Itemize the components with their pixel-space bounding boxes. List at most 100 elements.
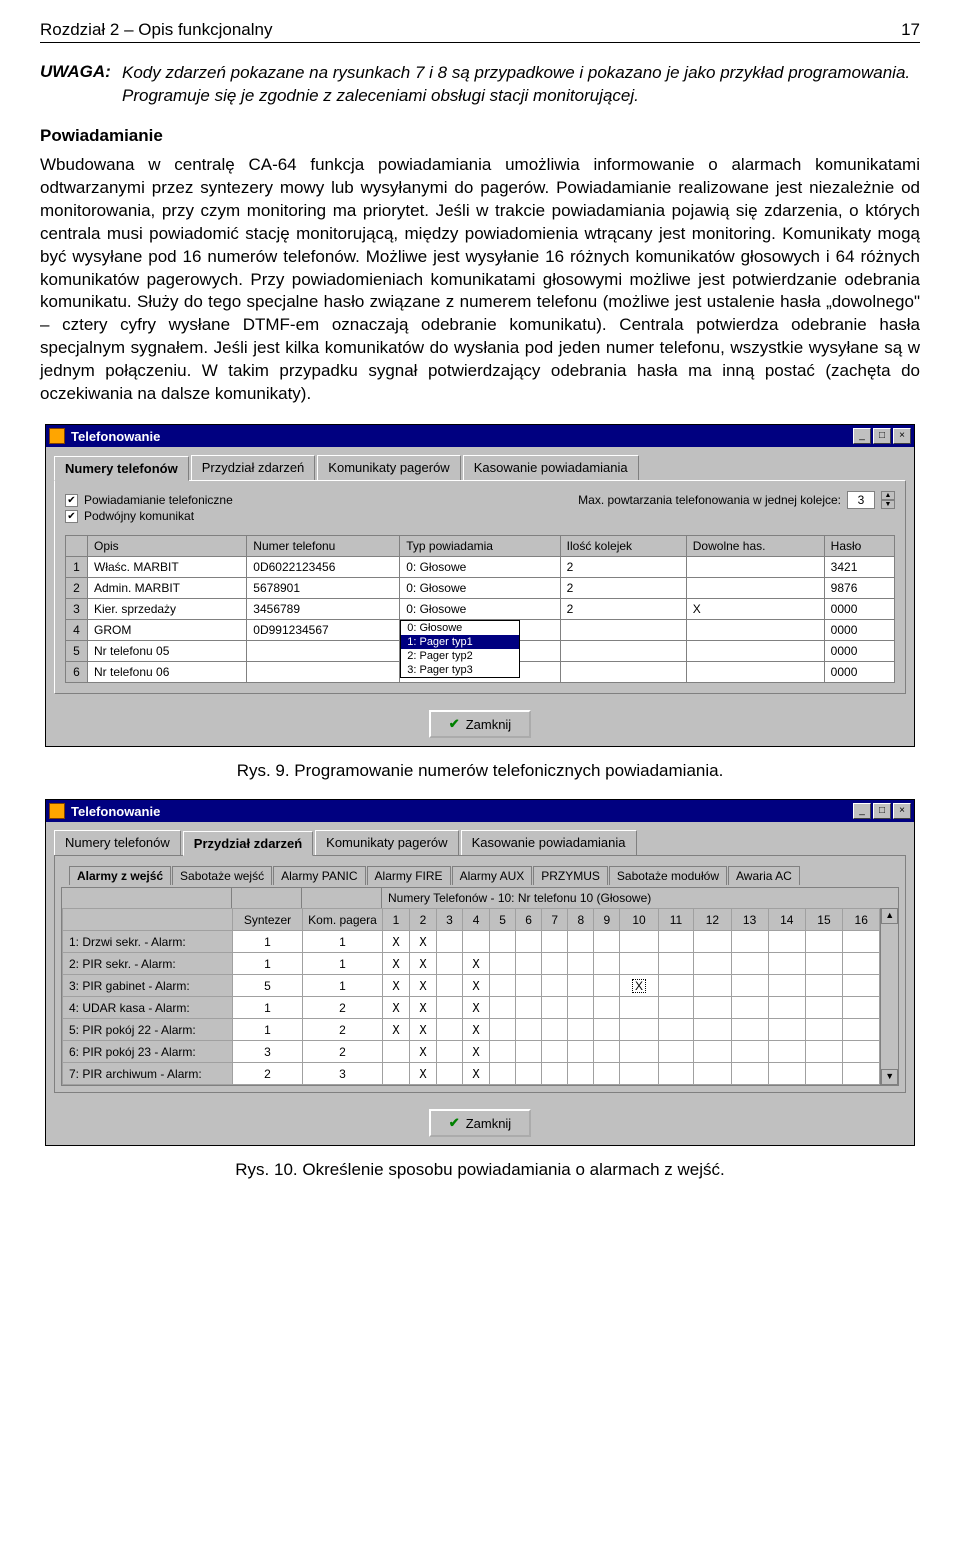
subtab[interactable]: Alarmy z wejść [69, 866, 171, 885]
cell-mark[interactable] [805, 975, 842, 997]
cell-mark[interactable] [490, 1041, 516, 1063]
cell-pager[interactable]: 2 [303, 1019, 383, 1041]
cell-kolejek[interactable]: 2 [560, 599, 686, 620]
table-row[interactable]: 3Kier. sprzedaży34567890: Głosowe2X0000 [66, 599, 895, 620]
cell-mark[interactable] [542, 997, 568, 1019]
cell-mark[interactable] [731, 997, 768, 1019]
cell-mark[interactable] [516, 975, 542, 997]
dropdown-option[interactable]: 3: Pager typ3 [401, 663, 519, 677]
cell-mark[interactable]: X [463, 997, 490, 1019]
cell-kolejek[interactable]: 2 [560, 578, 686, 599]
cell-mark[interactable] [594, 975, 620, 997]
table-row[interactable]: 4GROM0D9912345670: Głosowe1: Pager typ12… [66, 620, 895, 641]
tab-komunikaty[interactable]: Komunikaty pagerów [315, 830, 458, 855]
cell-mark[interactable]: X [383, 953, 410, 975]
cell-dowolne[interactable] [686, 557, 824, 578]
close-button[interactable]: × [893, 428, 911, 444]
cell-mark[interactable] [436, 975, 462, 997]
cell-mark[interactable] [436, 953, 462, 975]
cell-numer[interactable]: 5678901 [247, 578, 400, 599]
cell-numer[interactable]: 0D6022123456 [247, 557, 400, 578]
cell-mark[interactable]: X [383, 931, 410, 953]
cell-opis[interactable]: Nr telefonu 06 [88, 662, 247, 683]
cell-mark[interactable] [620, 931, 658, 953]
cell-mark[interactable] [516, 1063, 542, 1085]
subtab[interactable]: PRZYMUS [533, 866, 608, 885]
cell-mark[interactable] [694, 931, 731, 953]
cell-mark[interactable]: X [409, 997, 436, 1019]
cell-mark[interactable] [805, 1063, 842, 1085]
cell-haslo[interactable]: 9876 [824, 578, 894, 599]
table-row[interactable]: 5: PIR pokój 22 - Alarm:12XXX [63, 1019, 880, 1041]
cell-pager[interactable]: 1 [303, 953, 383, 975]
cell-kolejek[interactable]: 2 [560, 557, 686, 578]
cell-mark[interactable] [768, 1019, 805, 1041]
cell-mark[interactable] [490, 975, 516, 997]
cell-mark[interactable] [658, 953, 694, 975]
cell-mark[interactable] [805, 953, 842, 975]
close-button[interactable]: × [893, 803, 911, 819]
cell-mark[interactable] [731, 1063, 768, 1085]
subtab[interactable]: Alarmy FIRE [367, 866, 451, 885]
cell-mark[interactable] [768, 997, 805, 1019]
cell-mark[interactable] [568, 1041, 594, 1063]
table-row[interactable]: 1: Drzwi sekr. - Alarm:11XX [63, 931, 880, 953]
cell-mark[interactable] [542, 953, 568, 975]
cell-opis[interactable]: GROM [88, 620, 247, 641]
cell-dowolne[interactable] [686, 641, 824, 662]
cell-dowolne[interactable] [686, 578, 824, 599]
cell-mark[interactable] [658, 997, 694, 1019]
cell-mark[interactable] [768, 953, 805, 975]
tab-kasowanie[interactable]: Kasowanie powiadamiania [463, 455, 639, 480]
cell-haslo[interactable]: 3421 [824, 557, 894, 578]
cell-numer[interactable] [247, 662, 400, 683]
table-row[interactable]: 1Właśc. MARBIT0D60221234560: Głosowe2342… [66, 557, 895, 578]
cell-pager[interactable]: 3 [303, 1063, 383, 1085]
cell-mark[interactable] [694, 975, 731, 997]
cell-opis[interactable]: Admin. MARBIT [88, 578, 247, 599]
subtab[interactable]: Sabotaże wejść [172, 866, 272, 885]
cell-mark[interactable] [516, 1041, 542, 1063]
cell-mark[interactable] [843, 931, 880, 953]
cell-mark[interactable] [843, 1019, 880, 1041]
cell-mark[interactable] [658, 1019, 694, 1041]
zamknij-button[interactable]: ✔ Zamknij [429, 710, 531, 738]
cell-opis[interactable]: Właśc. MARBIT [88, 557, 247, 578]
scroll-down-icon[interactable]: ▼ [881, 1069, 898, 1085]
cell-mark[interactable] [568, 1019, 594, 1041]
cell-mark[interactable] [694, 1063, 731, 1085]
cell-kolejek[interactable] [560, 641, 686, 662]
cell-mark[interactable]: X [409, 1041, 436, 1063]
table-row[interactable]: 4: UDAR kasa - Alarm:12XXX [63, 997, 880, 1019]
cell-mark[interactable] [594, 1041, 620, 1063]
cell-haslo[interactable]: 0000 [824, 662, 894, 683]
cell-dowolne[interactable] [686, 620, 824, 641]
cell-typ[interactable]: 0: Głosowe [400, 599, 560, 620]
cell-typ[interactable]: 0: Głosowe [400, 557, 560, 578]
minimize-button[interactable]: _ [853, 428, 871, 444]
cell-mark[interactable] [568, 931, 594, 953]
cell-mark[interactable] [658, 1063, 694, 1085]
vertical-scrollbar[interactable]: ▲ ▼ [880, 908, 898, 1085]
spin-down-icon[interactable]: ▼ [881, 500, 895, 509]
zamknij-button[interactable]: ✔ Zamknij [429, 1109, 531, 1137]
subtab[interactable]: Alarmy AUX [452, 866, 533, 885]
cell-syntezer[interactable]: 1 [233, 1019, 303, 1041]
cell-mark[interactable] [731, 1041, 768, 1063]
cell-syntezer[interactable]: 1 [233, 997, 303, 1019]
dropdown-option[interactable]: 1: Pager typ1 [401, 635, 519, 649]
cell-numer[interactable]: 0D991234567 [247, 620, 400, 641]
table-row[interactable]: 6: PIR pokój 23 - Alarm:32XX [63, 1041, 880, 1063]
cell-mark[interactable] [620, 1019, 658, 1041]
cell-mark[interactable]: X [409, 1019, 436, 1041]
cell-kolejek[interactable] [560, 662, 686, 683]
cell-numer[interactable]: 3456789 [247, 599, 400, 620]
cell-mark[interactable] [768, 1063, 805, 1085]
cell-mark[interactable] [694, 997, 731, 1019]
cell-mark[interactable] [594, 953, 620, 975]
cell-mark[interactable] [768, 931, 805, 953]
cell-mark[interactable] [594, 931, 620, 953]
cell-mark[interactable] [731, 953, 768, 975]
cell-mark[interactable] [490, 1019, 516, 1041]
cell-mark[interactable] [620, 1041, 658, 1063]
